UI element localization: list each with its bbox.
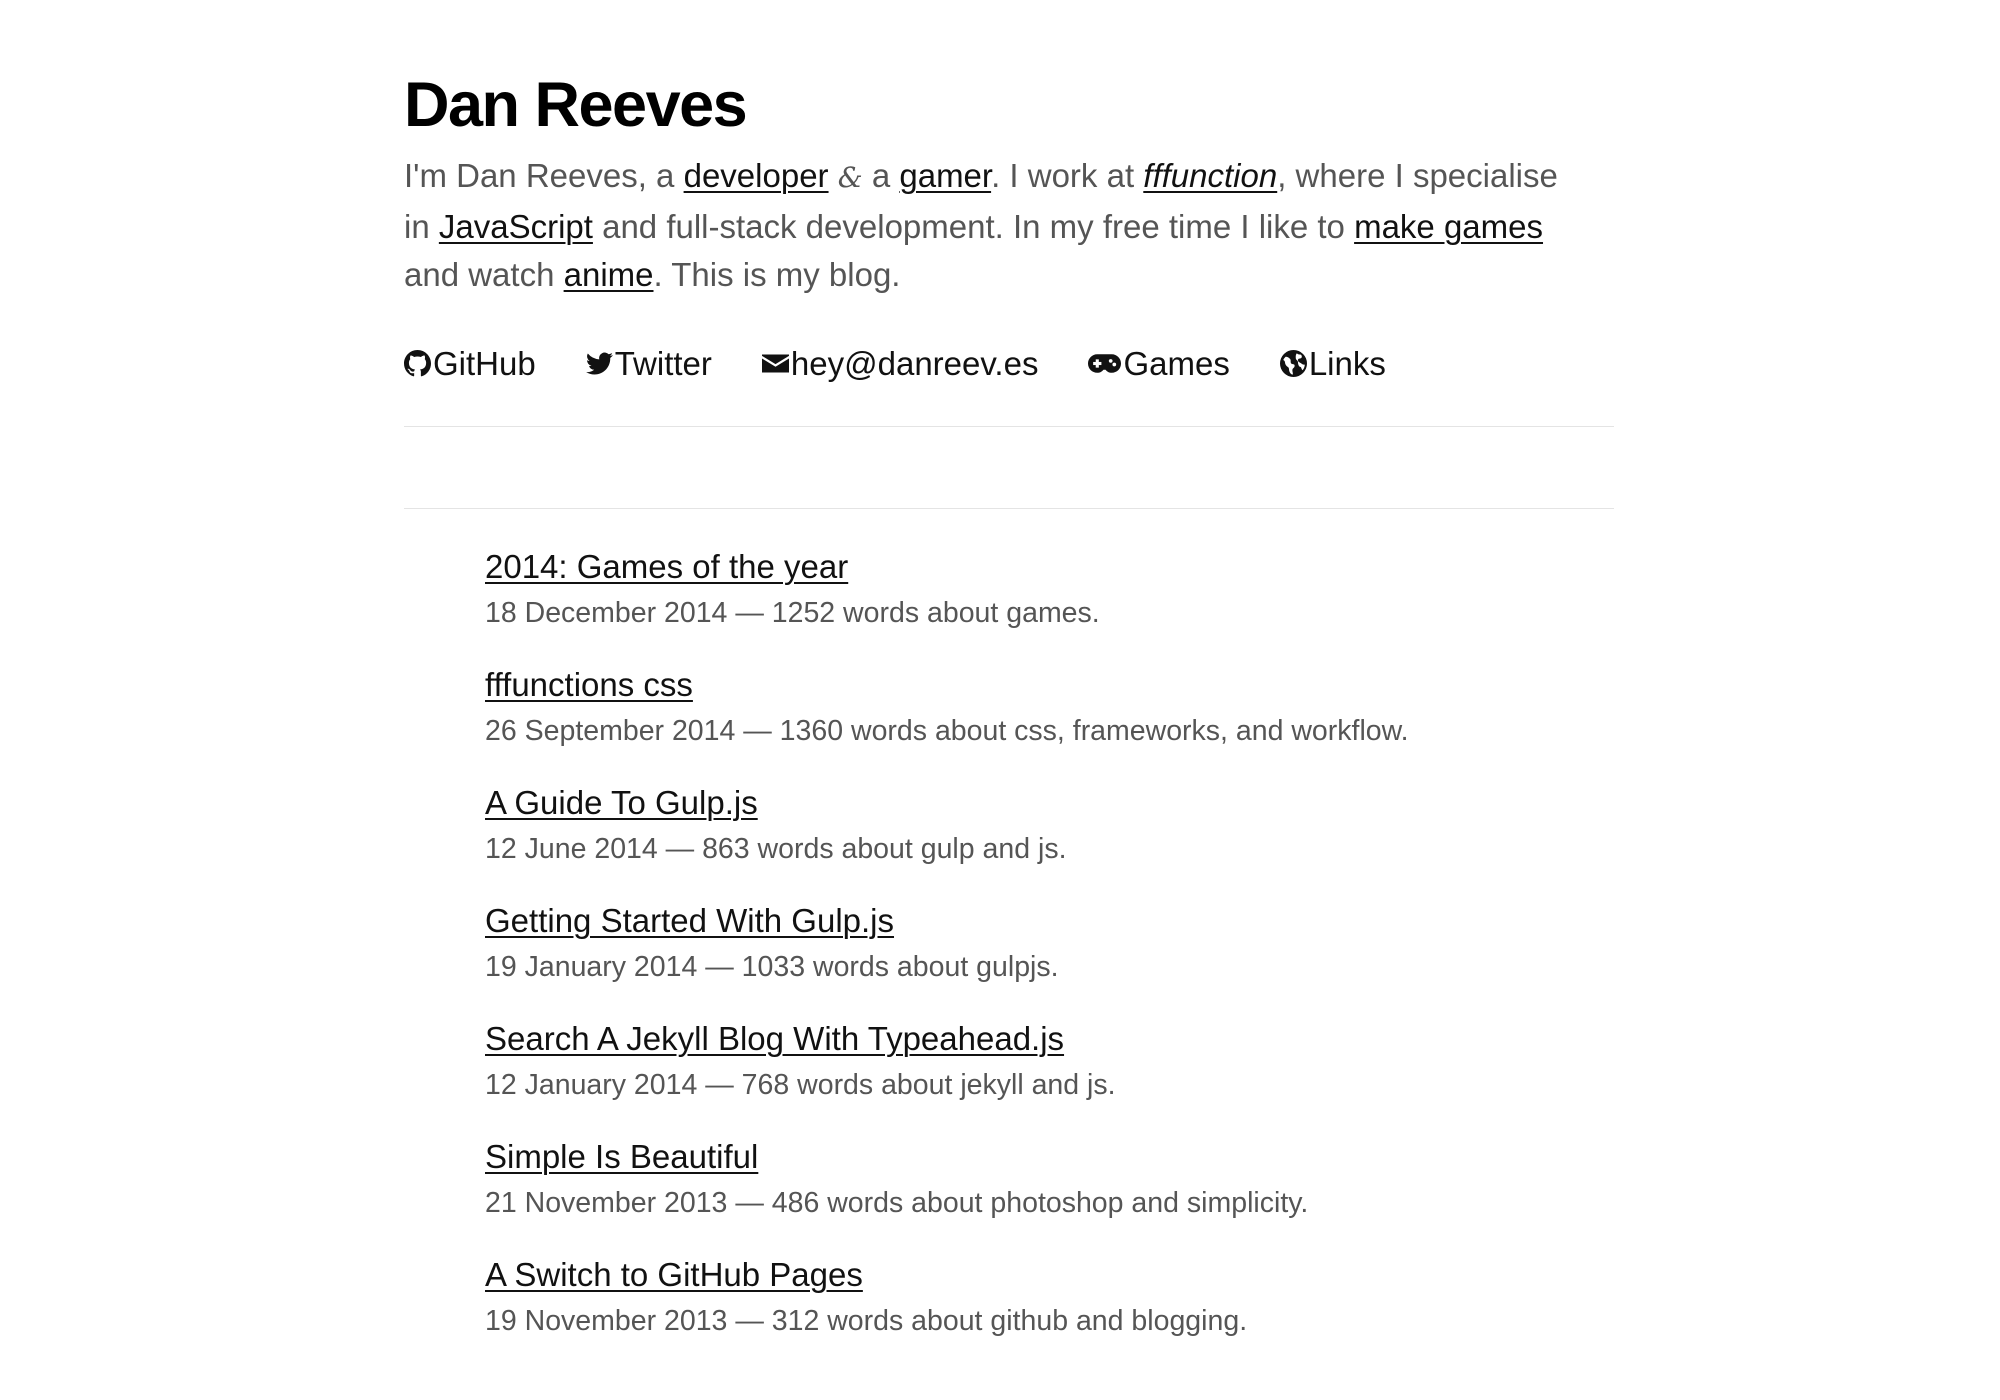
make-games-link[interactable]: make games (1354, 208, 1543, 245)
twitter-label: Twitter (614, 344, 712, 382)
games-link[interactable]: Games (1088, 344, 1230, 383)
intro-paragraph: I'm Dan Reeves, a developer & a gamer. I… (404, 152, 1564, 300)
page: Dan Reeves I'm Dan Reeves, a developer &… (404, 0, 1614, 1341)
games-label: Games (1123, 344, 1230, 382)
intro-text: . I work at (991, 157, 1144, 194)
github-icon (404, 350, 431, 377)
post-meta: 18 December 2014 — 1252 words about game… (485, 596, 1100, 629)
post-meta: 26 September 2014 — 1360 words about css… (485, 714, 1409, 747)
gamepad-icon (1088, 354, 1122, 373)
post-item: fffunctions css 26 September 2014 — 1360… (485, 663, 1614, 751)
anime-link[interactable]: anime (564, 256, 654, 293)
links-label: Links (1308, 344, 1386, 382)
email-link[interactable]: hey@danreev.es (761, 344, 1039, 383)
post-title-link[interactable]: A Guide To Gulp.js (485, 781, 758, 825)
post-item: A Guide To Gulp.js 12 June 2014 — 863 wo… (485, 781, 1614, 869)
github-link[interactable]: GitHub (404, 345, 536, 383)
post-meta: 21 November 2013 — 486 words about photo… (485, 1186, 1309, 1219)
envelope-icon (761, 354, 789, 373)
post-title-link[interactable]: Search A Jekyll Blog With Typeahead.js (485, 1017, 1064, 1061)
post-meta: 19 January 2014 — 1033 words about gulpj… (485, 950, 1059, 983)
post-item: Simple Is Beautiful 21 November 2013 — 4… (485, 1135, 1614, 1223)
post-item: Search A Jekyll Blog With Typeahead.js 1… (485, 1017, 1614, 1105)
intro-text: and watch (404, 256, 564, 293)
site-title: Dan Reeves (404, 70, 748, 140)
posts-divider (404, 507, 1614, 509)
social-links: GitHub Twitter hey@danreev.es Games Link… (404, 342, 1614, 386)
post-item: A Switch to GitHub Pages 19 November 201… (485, 1253, 1614, 1341)
post-meta: 12 January 2014 — 768 words about jekyll… (485, 1068, 1116, 1101)
javascript-link[interactable]: JavaScript (439, 208, 593, 245)
post-meta: 12 June 2014 — 863 words about gulp and … (485, 832, 1067, 865)
fffunction-link[interactable]: fffunction (1143, 157, 1277, 194)
post-title-link[interactable]: Getting Started With Gulp.js (485, 899, 894, 943)
gamer-link[interactable]: gamer (899, 157, 991, 194)
post-title-link[interactable]: 2014: Games of the year (485, 545, 848, 589)
post-list: 2014: Games of the year 18 December 2014… (404, 545, 1614, 1341)
post-meta: 19 November 2013 — 312 words about githu… (485, 1304, 1248, 1337)
developer-link[interactable]: developer (684, 157, 829, 194)
links-link[interactable]: Links (1279, 344, 1386, 383)
intro-text: a (862, 157, 900, 194)
header-divider (404, 425, 1614, 427)
twitter-icon (585, 352, 613, 375)
post-item: 2014: Games of the year 18 December 2014… (485, 545, 1614, 633)
ampersand: & (837, 161, 863, 194)
globe-icon (1279, 350, 1307, 377)
intro-text: . This is my blog. (653, 256, 901, 293)
post-title-link[interactable]: Simple Is Beautiful (485, 1135, 758, 1179)
post-item: Getting Started With Gulp.js 19 January … (485, 899, 1614, 987)
github-label: GitHub (433, 344, 536, 382)
intro-text: and full-stack development. In my free t… (592, 207, 1355, 245)
post-title-link[interactable]: fffunctions css (485, 663, 693, 707)
post-title-link[interactable]: A Switch to GitHub Pages (485, 1253, 863, 1297)
intro-text (829, 157, 838, 194)
email-label: hey@danreev.es (790, 344, 1039, 382)
intro-text: I'm Dan Reeves, a (404, 157, 684, 194)
twitter-link[interactable]: Twitter (585, 344, 712, 383)
